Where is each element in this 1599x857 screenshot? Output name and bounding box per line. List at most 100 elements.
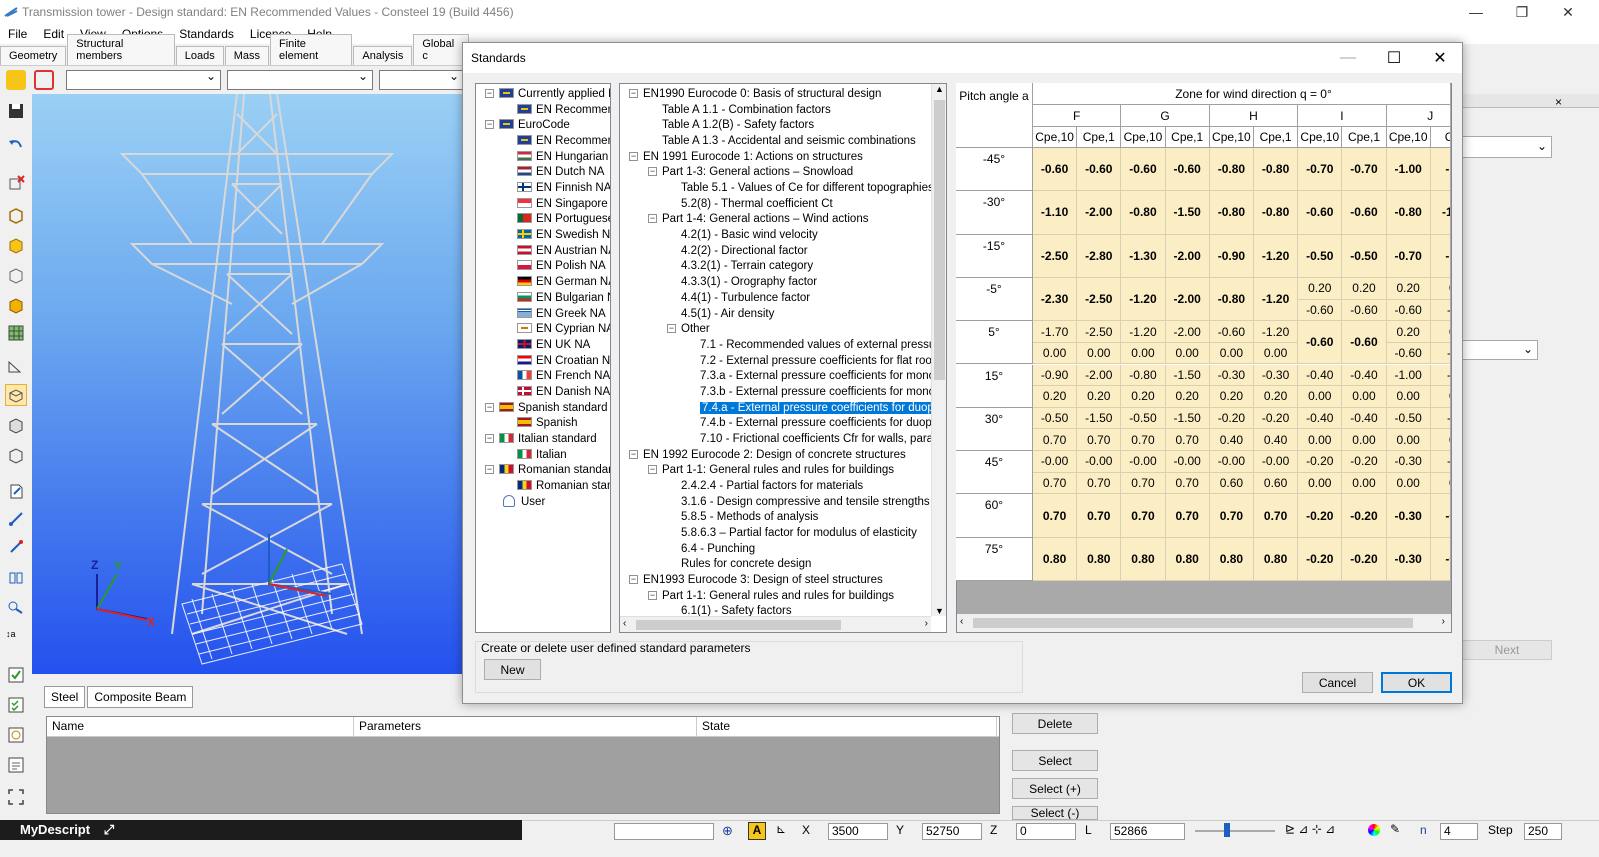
tab-analysis[interactable]: Analysis (353, 46, 413, 65)
standard-item[interactable]: EN Recommend (517, 133, 610, 149)
standard-item[interactable]: EN UK NA (517, 337, 590, 353)
cancel-button[interactable]: Cancel (1302, 672, 1373, 693)
coefficient-cell[interactable]: -0.70 (1386, 234, 1431, 278)
coefficient-cell[interactable]: -0.60 (1386, 342, 1431, 365)
coefficient-cell[interactable]: -0.30 (1254, 364, 1299, 387)
coefficient-cell[interactable]: -0.40 (1298, 407, 1343, 430)
coefficient-cell[interactable]: -0.20 (1298, 451, 1343, 473)
coefficient-cell[interactable]: -2.80 (1077, 234, 1122, 278)
coefficient-cell[interactable]: -0. (1430, 537, 1450, 581)
coefficient-cell[interactable]: -0.00 (1165, 451, 1210, 473)
tab-global[interactable]: Global c (413, 34, 469, 65)
coefficient-cell[interactable]: -1.70 (1033, 321, 1078, 343)
standard-item[interactable]: EN French NA (517, 368, 610, 384)
chapter-item[interactable]: 7.3.b - External pressure coefficients f… (700, 384, 944, 400)
chapter-item[interactable]: 4.5(1) - Air density (681, 306, 774, 322)
col-parameters[interactable]: Parameters (354, 717, 697, 736)
coefficient-cell[interactable]: -0.20 (1342, 537, 1387, 581)
toolbar-combo-1[interactable] (66, 69, 221, 90)
tab-steel[interactable]: Steel (44, 686, 86, 708)
coefficient-cell[interactable]: -2.50 (1077, 277, 1122, 322)
coefficient-cell[interactable]: -1 (1430, 364, 1450, 387)
snap-icon[interactable]: A (748, 822, 766, 840)
coefficient-cell[interactable]: -1.20 (1254, 277, 1299, 322)
coefficient-cell[interactable]: 0.00 (1342, 386, 1387, 408)
coefficient-cell[interactable]: 0.40 (1209, 429, 1254, 452)
coefficient-cell[interactable]: -1.20 (1254, 234, 1299, 278)
scroll-up-icon[interactable]: ▲ (935, 84, 944, 94)
coefficient-cell[interactable]: -0.60 (1298, 191, 1343, 235)
coefficient-cell[interactable]: -0.20 (1342, 494, 1387, 538)
standard-item[interactable]: EN Portuguese (517, 211, 610, 227)
coefficient-cell[interactable]: 0.00 (1121, 342, 1166, 365)
tab-composite-beam[interactable]: Composite Beam (87, 686, 194, 708)
chapter-item[interactable]: EN1993 Eurocode 3: Design of steel struc… (643, 572, 883, 588)
standard-item[interactable]: Italian (517, 447, 567, 463)
chapter-item[interactable]: Part 1-4: General actions – Wind actions (662, 211, 868, 227)
clock-icon[interactable] (5, 724, 27, 746)
toolbar-combo-2[interactable] (227, 69, 373, 90)
tab-finite-element[interactable]: Finite element (270, 34, 353, 65)
select-button[interactable]: Select (1012, 750, 1098, 771)
filled-box-icon[interactable] (5, 294, 27, 316)
next-button[interactable]: Next (1462, 640, 1552, 660)
collapse-icon[interactable]: − (648, 167, 657, 177)
coefficient-cell[interactable]: 0.20 (1121, 386, 1166, 408)
chapters-hscroll[interactable]: ‹ › (620, 616, 931, 632)
coefficient-cell[interactable]: -2.00 (1165, 234, 1210, 278)
view-side-icon[interactable] (5, 444, 27, 466)
coefficient-cell[interactable]: -1.4 (1430, 191, 1450, 235)
coefficient-cell[interactable]: 0.20 (1165, 386, 1210, 408)
chapter-item[interactable]: 4.3.3(1) - Orography factor (681, 274, 817, 290)
pencil-icon[interactable] (6, 70, 26, 90)
coefficient-cell[interactable]: -0.80 (1254, 191, 1299, 235)
collapse-icon[interactable]: − (648, 465, 657, 475)
coefficient-cell[interactable]: -0.50 (1033, 407, 1078, 430)
standard-item[interactable]: EN Bulgarian NA (517, 290, 610, 306)
save-icon[interactable] (5, 100, 27, 122)
dialog-minimize-button[interactable]: — (1325, 43, 1371, 73)
chapter-item[interactable]: Table A 1.3 - Accidental and seismic com… (662, 133, 916, 149)
chapter-item[interactable]: 7.4.a - External pressure coefficients f… (698, 400, 946, 416)
coefficient-cell[interactable]: 0.70 (1121, 494, 1166, 538)
standards-tree[interactable]: Currently applied N... − EN Recommend EuroC… (475, 83, 611, 633)
coefficient-cell[interactable]: -0.60 (1209, 321, 1254, 343)
col-state[interactable]: State (697, 717, 997, 736)
coefficient-cell[interactable]: -0.80 (1209, 148, 1254, 192)
coefficient-cell[interactable]: -0.40 (1298, 364, 1343, 387)
standard-item[interactable]: User (499, 494, 545, 510)
coefficient-cell[interactable]: -1.30 (1121, 234, 1166, 278)
coefficient-cell[interactable]: 0.20 (1033, 386, 1078, 408)
coefficient-cell[interactable]: 0.80 (1121, 537, 1166, 581)
coefficient-cell[interactable]: 0.00 (1386, 472, 1431, 495)
coefficient-cell[interactable]: 0.20 (1386, 277, 1431, 300)
coefficient-cell[interactable]: 0.00 (1342, 472, 1387, 495)
dialog-close-button[interactable]: ✕ (1417, 43, 1463, 73)
coefficient-cell[interactable]: -0.00 (1033, 451, 1078, 473)
toolbar-combo-3[interactable] (379, 69, 464, 90)
scroll-right-icon[interactable]: › (925, 618, 928, 629)
scale-icon[interactable] (5, 596, 27, 618)
select-plus-button[interactable]: Select (+) (1012, 778, 1098, 799)
coefficient-cell[interactable]: -0.80 (1121, 364, 1166, 387)
coefficient-cell[interactable]: 0.80 (1077, 537, 1122, 581)
col-name[interactable]: Name (47, 717, 354, 736)
coefficient-cell[interactable]: -0.20 (1254, 407, 1299, 430)
expand-icon[interactable]: ⤢ (104, 822, 114, 837)
coefficient-cell[interactable]: 0 (1430, 386, 1450, 408)
standard-item[interactable]: EN Cyprian NA (517, 321, 610, 337)
coefficient-cell[interactable]: 0.20 (1342, 277, 1387, 300)
coefficient-cell[interactable]: -0.30 (1209, 364, 1254, 387)
standard-item[interactable]: EN Austrian NA (517, 243, 610, 259)
standard-item[interactable]: EN Finnish NA (517, 180, 610, 196)
coefficient-cell[interactable]: -0.60 (1165, 148, 1210, 192)
chapters-vscroll[interactable]: ▲ ▼ (931, 84, 946, 616)
text-size-icon[interactable]: ↕a (5, 628, 27, 650)
coefficient-cell[interactable]: -1.20 (1121, 277, 1166, 322)
coefficient-cell[interactable]: -0.40 (1342, 407, 1387, 430)
standard-item[interactable]: Romanian standard (499, 462, 610, 478)
coefficient-cell[interactable]: 0.20 (1298, 277, 1343, 300)
dialog-maximize-button[interactable]: ☐ (1371, 43, 1417, 73)
coefficient-cell[interactable]: -1. (1430, 234, 1450, 278)
step-field[interactable]: 250 (1524, 823, 1562, 840)
